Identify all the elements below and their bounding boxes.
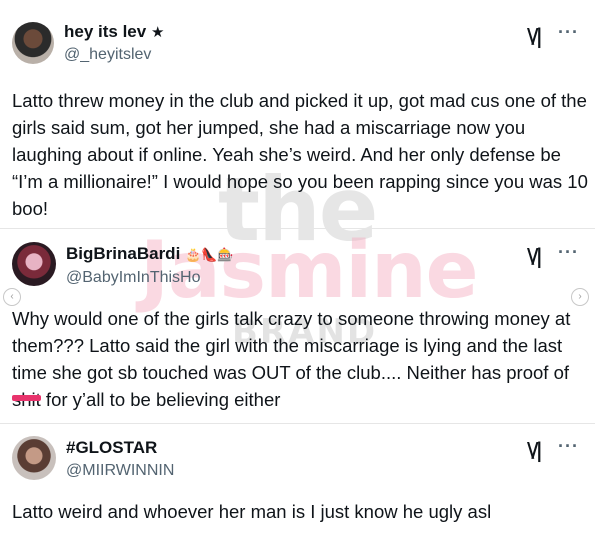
username-handle[interactable]: @BabyImInThisHo xyxy=(66,269,201,287)
more-options-icon[interactable]: ··· xyxy=(558,22,579,43)
grok-icon[interactable]: \/| xyxy=(527,438,543,462)
tweet-text: Latto weird and whoever her man is I jus… xyxy=(12,501,492,522)
censored-word: shit xyxy=(12,386,41,413)
tweet-1[interactable]: hey its lev ★ @_heyitslev \/| ··· Latto … xyxy=(0,0,595,225)
avatar[interactable] xyxy=(12,22,54,64)
display-name[interactable]: BigBrinaBardi 🎂👠🎰 xyxy=(66,244,234,264)
more-options-icon[interactable]: ··· xyxy=(558,242,579,263)
tweet-3[interactable]: #GLOSTAR @MIIRWINNIN \/| ··· Latto weird… xyxy=(0,424,595,552)
star-badge-icon: ★ xyxy=(150,24,165,41)
grok-icon[interactable]: \/| xyxy=(527,24,543,48)
display-name[interactable]: hey its lev ★ xyxy=(64,22,164,42)
username-handle[interactable]: @MIIRWINNIN xyxy=(66,462,174,480)
display-name[interactable]: #GLOSTAR xyxy=(66,438,157,458)
tweet-2[interactable]: BigBrinaBardi 🎂👠🎰 @BabyImInThisHo \/| ··… xyxy=(0,229,595,421)
avatar[interactable] xyxy=(12,436,56,480)
username-handle[interactable]: @_heyitslev xyxy=(64,46,151,64)
tweet-text: Latto threw money in the club and picked… xyxy=(12,90,588,219)
emoji-badges-icon: 🎂👠🎰 xyxy=(185,247,234,262)
avatar[interactable] xyxy=(12,242,56,286)
more-options-icon[interactable]: ··· xyxy=(558,436,579,457)
tweet-text: Why would one of the girls talk crazy to… xyxy=(12,305,590,413)
grok-icon[interactable]: \/| xyxy=(527,244,543,268)
